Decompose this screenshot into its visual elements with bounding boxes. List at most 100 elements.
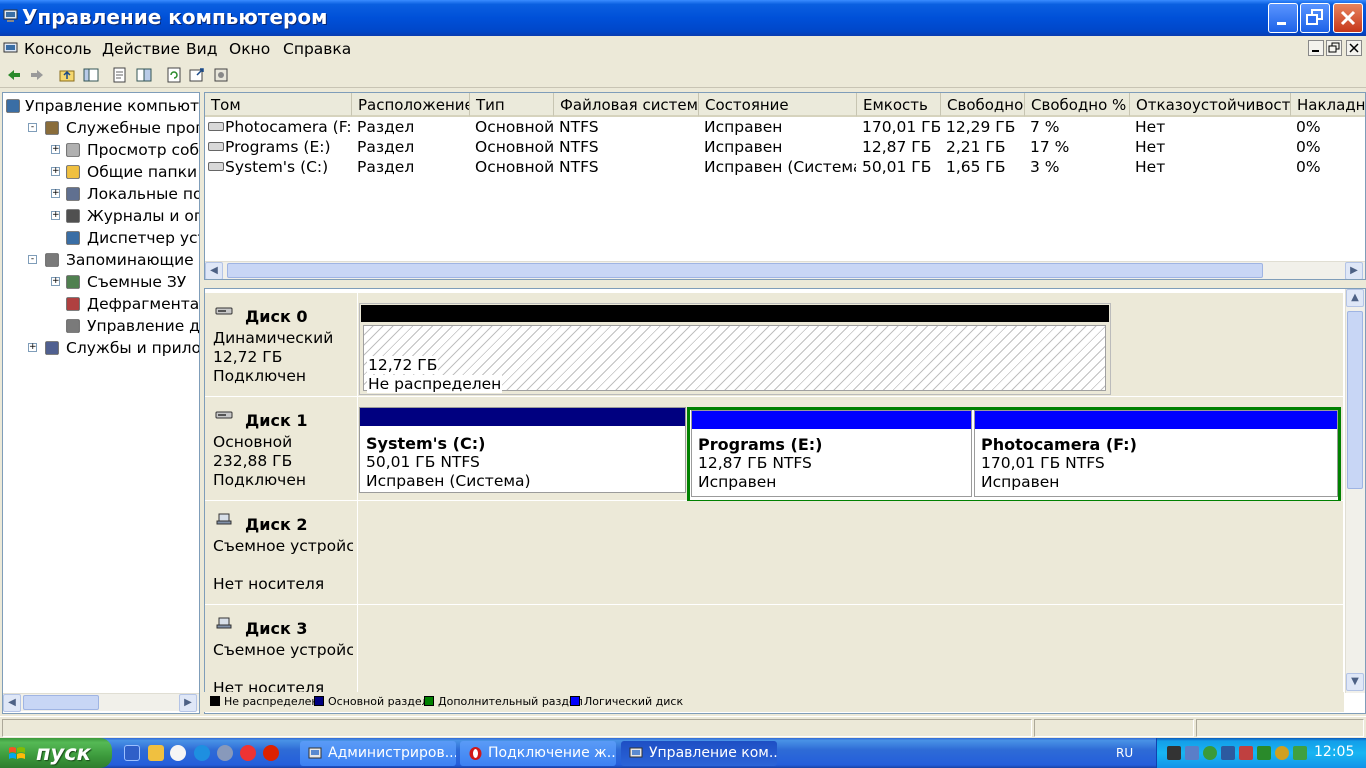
column-header[interactable]: Свободно	[941, 93, 1025, 117]
media-player-icon[interactable]	[170, 745, 186, 761]
child-restore-button[interactable]	[1326, 40, 1342, 56]
security-icon[interactable]	[1239, 746, 1253, 760]
volume-icon[interactable]	[1167, 746, 1181, 760]
disk-info[interactable]: Диск 2 Съемное устройств Нет носителя	[205, 501, 358, 605]
clock[interactable]: 12:05	[1314, 744, 1354, 760]
show-hide-tree-icon[interactable]	[82, 66, 100, 84]
bluetooth-icon[interactable]	[1185, 746, 1199, 760]
column-header[interactable]: Файловая система	[554, 93, 699, 117]
language-indicator[interactable]: RU	[1116, 746, 1133, 760]
menu-help[interactable]: Справка	[283, 40, 351, 58]
disk-row[interactable]: Диск 0 Динамический 12,72 ГБ Подключен 12,72…	[205, 293, 1343, 397]
scroll-right-button[interactable]: ▶	[179, 694, 197, 712]
tree-item[interactable]: Управление компьютер	[3, 95, 199, 117]
start-button[interactable]: пуск	[0, 738, 112, 768]
chrome-icon[interactable]	[240, 745, 256, 761]
extended-partition[interactable]: Programs (E:) 12,87 ГБ NTFS Исправен Photoc…	[687, 407, 1341, 503]
column-header[interactable]: Тип	[470, 93, 554, 117]
tree-horizontal-scrollbar[interactable]: ◀ ▶	[3, 693, 199, 712]
list-horizontal-scrollbar[interactable]: ◀ ▶	[205, 261, 1365, 279]
scroll-left-button[interactable]: ◀	[205, 262, 223, 279]
column-header[interactable]: Состояние	[699, 93, 857, 117]
expand-icon[interactable]: +	[51, 189, 60, 198]
partition-unallocated[interactable]: 12,72 ГБ Не распределен	[359, 303, 1111, 395]
expand-icon[interactable]: +	[51, 277, 60, 286]
expand-icon[interactable]: +	[28, 343, 37, 352]
disk-row[interactable]: Диск 1 Основной 232,88 ГБ Подключен System's…	[205, 397, 1343, 503]
close-button[interactable]	[1333, 3, 1363, 33]
column-header[interactable]: Отказоустойчивость	[1130, 93, 1291, 117]
minimize-button[interactable]	[1268, 3, 1298, 33]
forward-arrow-icon[interactable]	[28, 66, 46, 84]
volume-row[interactable]: System's (C:) Раздел Основной NTFS Исправен …	[205, 157, 1365, 177]
tree-item[interactable]: Дефрагментация д	[3, 293, 199, 315]
expand-icon[interactable]: +	[51, 167, 60, 176]
updates-icon[interactable]	[1275, 746, 1289, 760]
tree-item[interactable]: + Съемные ЗУ	[3, 271, 199, 293]
scroll-down-button[interactable]: ▼	[1346, 673, 1364, 691]
tree-item[interactable]: + Просмотр событи	[3, 139, 199, 161]
column-header[interactable]: Емкость	[857, 93, 941, 117]
partition-system-c[interactable]: System's (C:) 50,01 ГБ NTFS Исправен (Сист…	[359, 407, 686, 493]
opera-icon[interactable]	[263, 745, 279, 761]
tree-item[interactable]: + Журналы и опове	[3, 205, 199, 227]
properties-icon[interactable]	[111, 66, 129, 84]
tree-item[interactable]: - Запоминающие устр	[3, 249, 199, 271]
tree-item[interactable]: + Службы и приложен	[3, 337, 199, 359]
windows-explorer-icon[interactable]	[148, 745, 164, 761]
show-desktop-icon[interactable]	[124, 745, 140, 761]
tray-app-icon[interactable]	[1293, 746, 1307, 760]
volume-row[interactable]: Photocamera (F:) Раздел Основной NTFS Исправ…	[205, 117, 1365, 137]
expand-icon[interactable]: +	[51, 145, 60, 154]
menu-window[interactable]: Окно	[229, 40, 270, 58]
disk-info[interactable]: Диск 0 Динамический 12,72 ГБ Подключен	[205, 293, 358, 397]
volume-row[interactable]: Programs (E:) Раздел Основной NTFS Исправен 1…	[205, 137, 1365, 157]
antivirus-icon[interactable]	[1257, 746, 1271, 760]
safely-remove-icon[interactable]	[1221, 746, 1235, 760]
maximize-button[interactable]	[1300, 3, 1330, 33]
back-arrow-icon[interactable]	[5, 66, 23, 84]
tree-item[interactable]: Диспетчер устрой	[3, 227, 199, 249]
up-level-icon[interactable]	[58, 66, 76, 84]
scroll-up-button[interactable]: ▲	[1346, 289, 1364, 307]
column-header[interactable]: Накладн	[1291, 93, 1365, 117]
scroll-left-button[interactable]: ◀	[3, 694, 21, 712]
expand-icon[interactable]: +	[51, 211, 60, 220]
column-header[interactable]: Том	[205, 93, 352, 117]
menu-view[interactable]: Вид	[186, 40, 217, 58]
console-menu-icon[interactable]	[3, 41, 19, 57]
scrollbar-thumb[interactable]	[227, 263, 1263, 278]
taskbar-button-computer-management[interactable]: Управление ком...	[621, 741, 777, 766]
internet-explorer-icon[interactable]	[194, 745, 210, 761]
graph-vertical-scrollbar[interactable]: ▲ ▼	[1345, 289, 1365, 693]
taskbar-button-opera[interactable]: Подключение ж...	[460, 741, 616, 766]
taskbar-button-admin[interactable]: Администриров...	[300, 741, 456, 766]
child-minimize-button[interactable]	[1308, 40, 1324, 56]
collapse-icon[interactable]: -	[28, 255, 37, 264]
scroll-right-button[interactable]: ▶	[1345, 262, 1363, 279]
network-icon[interactable]	[1203, 746, 1217, 760]
tree-item[interactable]: - Служебные програм	[3, 117, 199, 139]
column-header[interactable]: Расположение	[352, 93, 470, 117]
disk-settings-icon[interactable]	[212, 66, 230, 84]
disk-info[interactable]: Диск 1 Основной 232,88 ГБ Подключен	[205, 397, 358, 501]
disk-row[interactable]: Диск 2 Съемное устройств Нет носителя	[205, 501, 1343, 605]
tree-item[interactable]: + Локальные польз	[3, 183, 199, 205]
partition-status: Исправен	[981, 473, 1060, 491]
menu-action[interactable]: Действие	[102, 40, 180, 58]
partition-programs-e[interactable]: Programs (E:) 12,87 ГБ NTFS Исправен	[691, 410, 972, 497]
tree-item[interactable]: + Общие папки	[3, 161, 199, 183]
help-pane-icon[interactable]	[135, 66, 153, 84]
column-header[interactable]: Свободно %	[1025, 93, 1130, 117]
menu-console[interactable]: Консоль	[24, 40, 92, 58]
scrollbar-thumb[interactable]	[1347, 311, 1363, 489]
child-close-button[interactable]	[1346, 40, 1362, 56]
collapse-icon[interactable]: -	[28, 123, 37, 132]
tree-item[interactable]: Управление диска	[3, 315, 199, 337]
export-list-icon[interactable]	[188, 66, 206, 84]
refresh-icon[interactable]	[165, 66, 183, 84]
app-icon[interactable]	[217, 745, 233, 761]
partition-photocamera-f[interactable]: Photocamera (F:) 170,01 ГБ NTFS Исправен	[974, 410, 1338, 497]
title-bar[interactable]: Управление компьютером	[0, 0, 1366, 36]
scrollbar-thumb[interactable]	[23, 695, 99, 710]
